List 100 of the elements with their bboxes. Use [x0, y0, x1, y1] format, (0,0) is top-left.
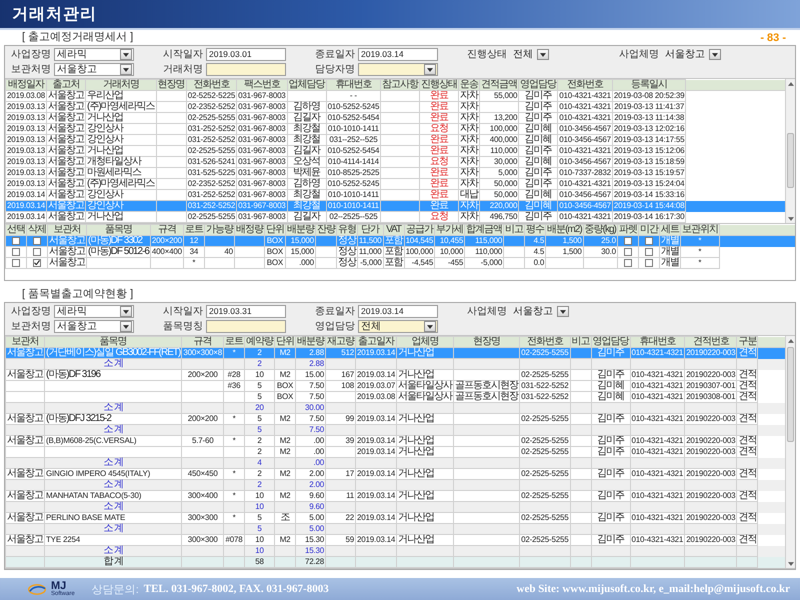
input-field[interactable]: 2019.03.01 [206, 48, 286, 61]
column-header: 현장명 [156, 80, 186, 90]
caret-up-icon [788, 338, 794, 342]
checkbox[interactable] [12, 248, 20, 256]
table-row[interactable]: 소 계 10 9.60 [6, 502, 785, 512]
table-cell: 서울창고 [46, 212, 86, 222]
checkbox[interactable] [33, 258, 41, 267]
column-header: 품목명 [44, 336, 182, 348]
caret-down-icon [123, 324, 129, 328]
table-cell: 0.0 [524, 258, 546, 268]
swoosh-logo-icon [28, 584, 46, 594]
checkbox[interactable] [12, 236, 20, 245]
field-label: 진행상태 [467, 48, 507, 60]
field-label: 보관처명 [11, 320, 51, 332]
checkbox[interactable] [624, 258, 632, 267]
table-row[interactable]: 서울창고 TYE 2254 300×300 #078 10 M2 15.30 59 2019.03.14 거나산업 02-2525-5255 김미주 010-4321-4321 20190220-003 견적 [6, 534, 785, 546]
column-header: 운송 [458, 80, 480, 90]
website-text: web Site: www.mijusoft.co.kr, e_mail:help@mijusoft.co.kr [516, 583, 790, 595]
dropdown-field[interactable]: 서울창고 [54, 320, 134, 333]
table-cell: 02--2525--525 [326, 212, 381, 222]
field-label: 시작일자 [163, 306, 203, 318]
table-row[interactable]: 서울창고 MANHATAN TABACO(5-30) 300×400 * 10 M2 9.60 11 2019.03.14 거나산업 02-2525-5255 김미주 010-4321-4321 20190220-003 견적 [6, 490, 785, 502]
dropdown-button[interactable] [120, 306, 132, 317]
table-cell: -455 [434, 258, 465, 268]
dropdown-field[interactable]: 세라믹 [54, 305, 134, 318]
caret-down-icon [712, 52, 718, 56]
dropdown-button[interactable] [120, 321, 132, 332]
scrollbar-thumb[interactable] [787, 347, 794, 442]
checkbox[interactable] [644, 248, 653, 256]
table-cell: 개별 [659, 258, 680, 268]
table-row[interactable]: 2019.03.08 서울창고 우리산업 02-5252-5225 031-967-8003 - - 완료 자차 55,000 김미주 010-4321-4321 2019-03-08 20:52:39 [6, 90, 785, 102]
dropdown-field[interactable]: 세라믹 [54, 48, 134, 61]
checkbox[interactable] [644, 236, 653, 245]
caret-down-icon [123, 52, 129, 56]
table-row[interactable]: 서울창고 (마동)DF 5012-6 400×400 34 40 BOX 15,000 정상 11,000 포함 100,000 10,000 110,000 4.5 1,500 30.0 개별 * [6, 246, 795, 258]
dropdown-button[interactable] [537, 49, 549, 60]
checkbox[interactable] [624, 248, 632, 256]
table-row[interactable]: 소 계 2 2.88 [6, 358, 785, 370]
dropdown-button[interactable] [709, 49, 721, 60]
caret-down-icon [123, 68, 129, 72]
column-header: 파렛 [617, 224, 638, 236]
scrollbar[interactable] [785, 336, 795, 568]
column-header: 영업담당 [518, 80, 558, 90]
checkbox[interactable] [33, 248, 41, 256]
column-header: 부가세 [434, 224, 465, 236]
table-row[interactable]: 서울창고 (B,B)M608-25(C.VERSAL) 5.7-60 * 2 M2 .00 39 2019.03.14 거나산업 02-2525-5255 김미주 010-4321-4321 20190220-003 견적 [6, 436, 785, 446]
table-cell: 포함 [383, 258, 404, 268]
table-row[interactable]: 서울창고 (마동)DFJ 3215-2 200×200 * 5 M2 7.50 99 2019.03.14 거나산업 02-2525-5255 김미주 010-4321-4321 20190220-003 견적 [6, 414, 785, 424]
dropdown-button[interactable] [120, 49, 132, 60]
contact-text: TEL. 031-967-8002, FAX. 031-967-8003 [144, 583, 329, 595]
caret-down-icon [427, 68, 433, 72]
table-row[interactable]: 합 계 58 72.28 [6, 556, 785, 568]
column-header: 출고처 [46, 80, 86, 90]
caret-down-icon [788, 216, 794, 220]
dropdown-field[interactable]: 서울창고 [662, 48, 723, 61]
table-row[interactable]: 소 계 20 30.00 [6, 402, 785, 414]
dropdown-field[interactable]: 전체 [358, 320, 438, 333]
column-header: VAT [383, 224, 404, 236]
section-title: [ 출고예정거래명세서 ] [22, 31, 134, 44]
checkbox[interactable] [644, 258, 653, 267]
field-label: 담당자명 [315, 64, 355, 76]
table-row[interactable]: 소 계 2 2.00 [6, 480, 785, 490]
input-field[interactable]: 2019.03.31 [206, 305, 286, 318]
checkbox[interactable] [624, 236, 632, 245]
input-field[interactable]: 2019.03.14 [358, 48, 438, 61]
dropdown-field[interactable] [358, 63, 438, 76]
field-label: 보관처명 [11, 64, 51, 76]
dropdown-button[interactable] [424, 64, 436, 75]
scrollbar[interactable] [785, 79, 795, 223]
table-row[interactable]: 2019.03.14 서울창고 거나산업 02-2525-5255 031-967-8003 김길자 02--2525--525 요청 자차 496,750 김미주 010-4321-4321 2019-03-14 16:17:30 [6, 212, 785, 222]
table-row[interactable]: 서울창고 PERLINO BASE MATE 300×300 * 5 조 5.00 22 2019.03.14 거나산업 02-2525-5255 김미주 010-4321-4321 20190220-003 견적 [6, 512, 785, 524]
input-field[interactable] [206, 320, 286, 333]
dropdown-field[interactable]: 서울창고 [54, 63, 134, 76]
table-cell: * [183, 258, 204, 268]
table-row[interactable]: 서울창고 (마동)DF 3196 200×200 #28 10 M2 15.00 167 2019.03.14 거나산업 02-2525-5255 김미주 010-4321-4321 20190220-003 견적 [6, 370, 785, 380]
table-row[interactable]: 소 계 5 5.00 [6, 524, 785, 534]
column-header: 출고일자 [356, 336, 397, 348]
table-cell: 72.28 [296, 556, 326, 568]
column-header: 배분량 [296, 336, 326, 348]
column-header: 합계금액 [464, 224, 504, 236]
table-row[interactable]: 서울창고 GINGIO IMPERO 4545(ITALY) 450×450 * 2 M2 2.00 17 2019.03.14 거나산업 02-2525-5255 김미주 010-4321-4321 20190220-003 견적 [6, 468, 785, 480]
table-row[interactable]: 소 계 10 15.30 [6, 546, 785, 556]
scrollbar-thumb[interactable] [787, 133, 794, 188]
checkbox[interactable] [33, 236, 41, 245]
column-header: 업체담당 [287, 80, 326, 90]
field-label: 품목명칭 [163, 320, 203, 332]
table-cell: 496,750 [480, 212, 519, 222]
dropdown-field[interactable]: 서울창고 [510, 305, 571, 318]
input-field[interactable] [206, 63, 286, 76]
table-row[interactable]: 소 계 4 .00 [6, 458, 785, 468]
dropdown-button[interactable] [424, 321, 436, 332]
dropdown-button[interactable] [120, 64, 132, 75]
column-header: 보관위치 [680, 224, 720, 236]
dropdown-button[interactable] [557, 306, 569, 317]
table-row[interactable]: 소 계 5 7.50 [6, 424, 785, 436]
scroll-down-button[interactable] [786, 559, 795, 568]
input-field[interactable]: 2019.03.14 [358, 305, 438, 318]
dropdown-field[interactable]: 전체 [510, 48, 551, 61]
logo-name: MJ [51, 581, 66, 591]
checkbox[interactable] [12, 258, 20, 267]
